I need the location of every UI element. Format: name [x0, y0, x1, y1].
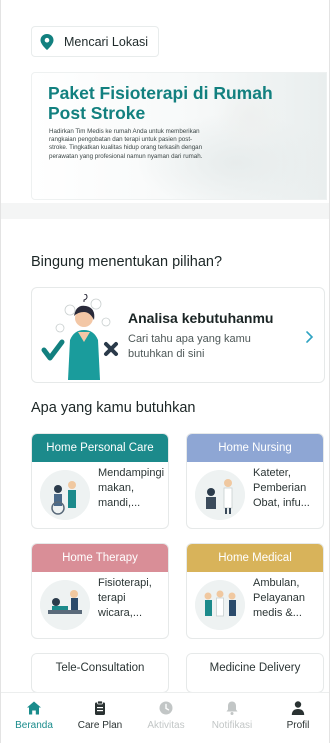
service-card-description: Fisioterapi, terapi wicara,...: [98, 577, 152, 619]
nav-label: Aktivitas: [147, 720, 185, 731]
location-chip[interactable]: Mencari Lokasi: [31, 26, 160, 57]
nursing-illustration-icon: [195, 470, 245, 520]
banner-description: Hadirkan Tim Medis ke rumah Anda untuk m…: [49, 128, 203, 160]
service-card-header: Medicine Delivery: [187, 654, 323, 682]
analysis-card[interactable]: Analisa kebutuhanmu Cari tahu apa yang k…: [31, 287, 325, 383]
nav-label: Beranda: [15, 720, 53, 731]
clipboard-icon: [95, 700, 105, 715]
service-card-description: Ambulan, Pelayanan medis &...: [253, 577, 305, 619]
nav-item-notifikasi[interactable]: Notifikasi: [199, 693, 265, 743]
nav-item-aktivitas[interactable]: Aktivitas: [133, 693, 199, 743]
chevron-right-icon: [306, 331, 314, 343]
service-card-home-medical[interactable]: Home Medical Ambulan, Pelayanan medis &.…: [186, 543, 324, 639]
service-card-tele-consultation[interactable]: Tele-Consultation: [31, 653, 169, 693]
location-label: Mencari Lokasi: [64, 34, 149, 49]
nav-item-care-plan[interactable]: Care Plan: [67, 693, 133, 743]
analysis-subtitle: Cari tahu apa yang kamu butuhkan di sini: [128, 333, 251, 360]
personal-care-illustration-icon: [40, 470, 90, 520]
service-card-description: Mendampingi makan, mandi,...: [98, 467, 165, 509]
home-icon: [27, 701, 41, 715]
promo-banner[interactable]: Paket Fisioterapi di Rumah Post Stroke H…: [31, 72, 327, 200]
service-card-description: Kateter, Pemberian Obat, infu...: [253, 467, 310, 509]
app-screen: Mencari Lokasi Paket Fisioterapi di Ruma…: [0, 0, 330, 743]
nav-label: Profil: [286, 720, 310, 731]
medical-team-illustration-icon: [195, 580, 245, 630]
analysis-title: Analisa kebutuhanmu: [128, 310, 274, 326]
user-icon: [291, 701, 305, 715]
banner-title: Paket Fisioterapi di Rumah Post Stroke: [48, 83, 273, 123]
service-card-header: Tele-Consultation: [32, 654, 168, 682]
clock-icon: [159, 701, 173, 715]
section-divider: [1, 203, 329, 219]
service-card-header: Home Therapy: [32, 544, 168, 572]
service-card-home-personal-care[interactable]: Home Personal Care Mendampingi makan, ma…: [31, 433, 169, 529]
service-card-header: Home Nursing: [187, 434, 323, 462]
service-card-medicine-delivery[interactable]: Medicine Delivery: [186, 653, 324, 693]
location-pin-icon: [40, 33, 54, 50]
therapy-illustration-icon: [40, 580, 90, 630]
bell-icon: [226, 701, 238, 715]
bottom-navigation: Beranda Care Plan Aktivitas Notifikasi P…: [1, 692, 329, 743]
nav-label: Notifikasi: [211, 720, 253, 731]
service-card-header: Home Personal Care: [32, 434, 168, 462]
nav-label: Care Plan: [77, 720, 123, 731]
nav-item-beranda[interactable]: Beranda: [1, 693, 67, 743]
thinking-woman-illustration-icon: [41, 294, 118, 380]
service-card-home-therapy[interactable]: Home Therapy Fisioterapi, terapi wicara,…: [31, 543, 169, 639]
section-title-help: Bingung menentukan pilihan?: [31, 254, 223, 270]
service-card-home-nursing[interactable]: Home Nursing Kateter, Pemberian Obat, in…: [186, 433, 324, 529]
service-card-header: Home Medical: [187, 544, 323, 572]
section-title-needs: Apa yang kamu butuhkan: [31, 400, 196, 416]
nav-item-profil[interactable]: Profil: [265, 693, 329, 743]
